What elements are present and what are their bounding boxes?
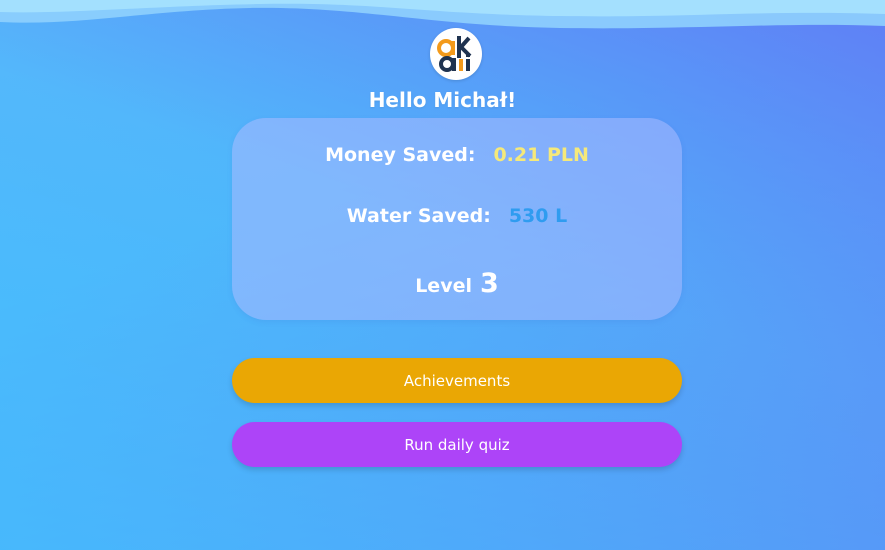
money-saved-row: Money Saved: 0.21 PLN xyxy=(232,144,682,166)
water-saved-value: 530 L xyxy=(508,205,568,227)
stats-card: Money Saved: 0.21 PLN Water Saved: 530 L L… xyxy=(232,118,682,320)
money-saved-label: Money Saved: xyxy=(325,144,476,166)
water-saved-label: Water Saved: xyxy=(346,205,491,227)
run-daily-quiz-button[interactable]: Run daily quiz xyxy=(232,422,682,467)
money-saved-value: 0.21 PLN xyxy=(493,144,589,166)
achievements-button[interactable]: Achievements xyxy=(232,358,682,403)
level-label: Level xyxy=(415,275,472,297)
water-saved-row: Water Saved: 530 L xyxy=(232,205,682,227)
akai-logo-icon xyxy=(430,28,482,80)
level-value: 3 xyxy=(479,268,499,299)
greeting-title: Hello Michał! xyxy=(368,88,517,112)
level-row: Level 3 xyxy=(232,268,682,299)
